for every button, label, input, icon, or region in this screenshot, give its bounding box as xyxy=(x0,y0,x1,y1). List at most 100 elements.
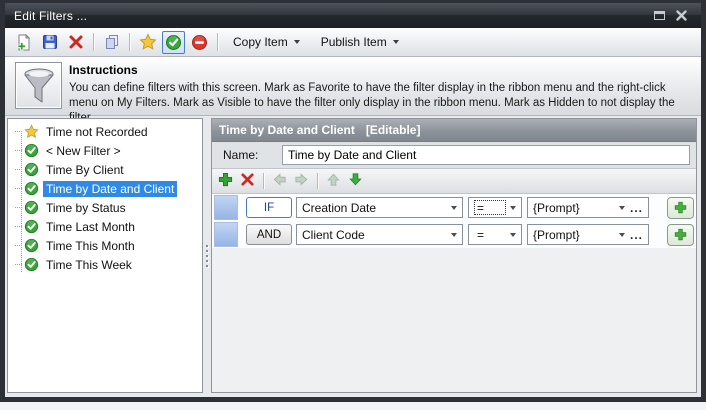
arrow-down-icon xyxy=(348,172,363,187)
filter-funnel-icon xyxy=(21,67,57,105)
ellipsis-button[interactable]: ... xyxy=(630,203,643,213)
condition-toolbar xyxy=(212,169,696,194)
chevron-down-icon xyxy=(510,233,516,237)
edit-filters-dialog: Edit Filters ... xyxy=(0,0,706,402)
copy-item-button[interactable]: Copy Item xyxy=(224,31,309,54)
filter-list-item[interactable]: Time By Client xyxy=(8,160,202,179)
add-condition-button[interactable] xyxy=(218,172,233,190)
copy-icon xyxy=(104,34,120,50)
filter-list-item[interactable]: Time Last Month xyxy=(8,217,202,236)
filter-name: Time By Client xyxy=(43,162,127,178)
add-icon xyxy=(674,201,687,214)
field-dropdown[interactable]: Creation Date xyxy=(296,197,463,218)
filter-list-item[interactable]: Time This Month xyxy=(8,236,202,255)
add-icon xyxy=(674,228,687,241)
chevron-down-icon xyxy=(451,233,457,237)
ellipsis-button[interactable]: ... xyxy=(630,230,643,240)
close-icon xyxy=(676,10,687,21)
hidden-button[interactable] xyxy=(188,31,211,54)
save-button[interactable] xyxy=(38,31,61,54)
check-circle-icon xyxy=(23,181,39,196)
condition-grid: IF Creation Date = {Prompt} ... xyxy=(212,194,696,248)
row-add-button[interactable] xyxy=(667,224,694,246)
maximize-icon xyxy=(654,11,665,20)
condition-row: AND Client Code = {Prompt} ... xyxy=(212,221,696,248)
chevron-down-icon xyxy=(393,40,399,44)
filter-list-item[interactable]: Time by Status xyxy=(8,198,202,217)
arrow-up-icon xyxy=(326,172,341,187)
copy-button[interactable] xyxy=(100,31,123,54)
field-dropdown[interactable]: Client Code xyxy=(296,224,463,245)
main-toolbar: Copy Item Publish Item xyxy=(5,28,701,57)
check-circle-icon xyxy=(23,143,39,158)
chevron-down-icon xyxy=(451,206,457,210)
close-button[interactable] xyxy=(670,7,692,25)
chevron-down-icon xyxy=(294,40,300,44)
filter-name: Time Last Month xyxy=(43,219,138,235)
filter-name: Time by Date and Client xyxy=(43,181,177,197)
save-icon xyxy=(42,34,58,50)
check-circle-icon xyxy=(23,257,39,272)
add-icon xyxy=(218,172,233,187)
operator-dropdown[interactable]: = xyxy=(468,197,522,218)
favorite-star-icon xyxy=(139,33,157,51)
maximize-button[interactable] xyxy=(648,7,670,25)
remove-x-icon xyxy=(240,172,255,187)
condition-row: IF Creation Date = {Prompt} ... xyxy=(212,194,696,221)
publish-item-label: Publish Item xyxy=(321,35,387,49)
check-circle-icon xyxy=(23,162,39,177)
value-dropdown[interactable]: {Prompt} ... xyxy=(527,224,649,245)
check-circle-icon xyxy=(23,219,39,234)
instructions-title: Instructions xyxy=(69,63,138,77)
visible-check-icon xyxy=(165,34,182,51)
move-down-button[interactable] xyxy=(348,172,363,190)
delete-icon xyxy=(68,34,84,50)
filter-list-item[interactable]: Time not Recorded xyxy=(8,122,202,141)
hidden-icon xyxy=(191,34,208,51)
visible-button[interactable] xyxy=(162,31,185,54)
title-bar: Edit Filters ... xyxy=(5,3,701,28)
filter-name: Time by Status xyxy=(43,200,129,216)
toolbar-separator xyxy=(317,173,318,189)
new-filter-button[interactable] xyxy=(12,31,35,54)
connector-button[interactable]: IF xyxy=(246,197,292,218)
row-selector[interactable] xyxy=(214,195,238,220)
name-input[interactable] xyxy=(282,145,690,165)
name-label: Name: xyxy=(212,148,282,162)
chevron-down-icon xyxy=(619,206,625,210)
connector-button[interactable]: AND xyxy=(246,224,292,245)
row-add-button[interactable] xyxy=(667,197,694,219)
check-circle-icon xyxy=(23,200,39,215)
arrow-left-icon xyxy=(272,172,287,187)
filter-list-item-selected[interactable]: Time by Date and Client xyxy=(8,179,202,198)
star-icon xyxy=(23,124,39,139)
indent-left-button[interactable] xyxy=(272,172,287,190)
row-selector[interactable] xyxy=(214,222,238,247)
grid-empty-area xyxy=(212,248,696,392)
indent-right-button[interactable] xyxy=(294,172,309,190)
toolbar-separator xyxy=(93,33,94,51)
value-dropdown[interactable]: {Prompt} ... xyxy=(527,197,649,218)
filter-list-item[interactable]: < New Filter > xyxy=(8,141,202,160)
delete-button[interactable] xyxy=(64,31,87,54)
chevron-down-icon xyxy=(510,206,516,210)
toolbar-separator xyxy=(263,173,264,189)
filter-name: < New Filter > xyxy=(43,143,124,159)
arrow-right-icon xyxy=(294,172,309,187)
filter-list-item[interactable]: Time This Week xyxy=(8,255,202,274)
operator-dropdown[interactable]: = xyxy=(468,224,522,245)
funnel-icon-box xyxy=(15,62,62,109)
copy-item-label: Copy Item xyxy=(233,35,288,49)
filter-name: Time This Week xyxy=(43,257,135,273)
move-up-button[interactable] xyxy=(326,172,341,190)
filter-list: Time not Recorded < New Filter > Time By… xyxy=(7,118,203,393)
publish-item-button[interactable]: Publish Item xyxy=(312,31,408,54)
filter-name: Time This Month xyxy=(43,238,138,254)
favorite-button[interactable] xyxy=(136,31,159,54)
panel-splitter[interactable] xyxy=(203,118,211,393)
filter-editor-panel: Time by Date and Client [Editable] Name: xyxy=(211,118,697,393)
remove-condition-button[interactable] xyxy=(240,172,255,190)
chevron-down-icon xyxy=(619,233,625,237)
name-row: Name: xyxy=(212,142,696,169)
window-title: Edit Filters ... xyxy=(14,9,648,23)
